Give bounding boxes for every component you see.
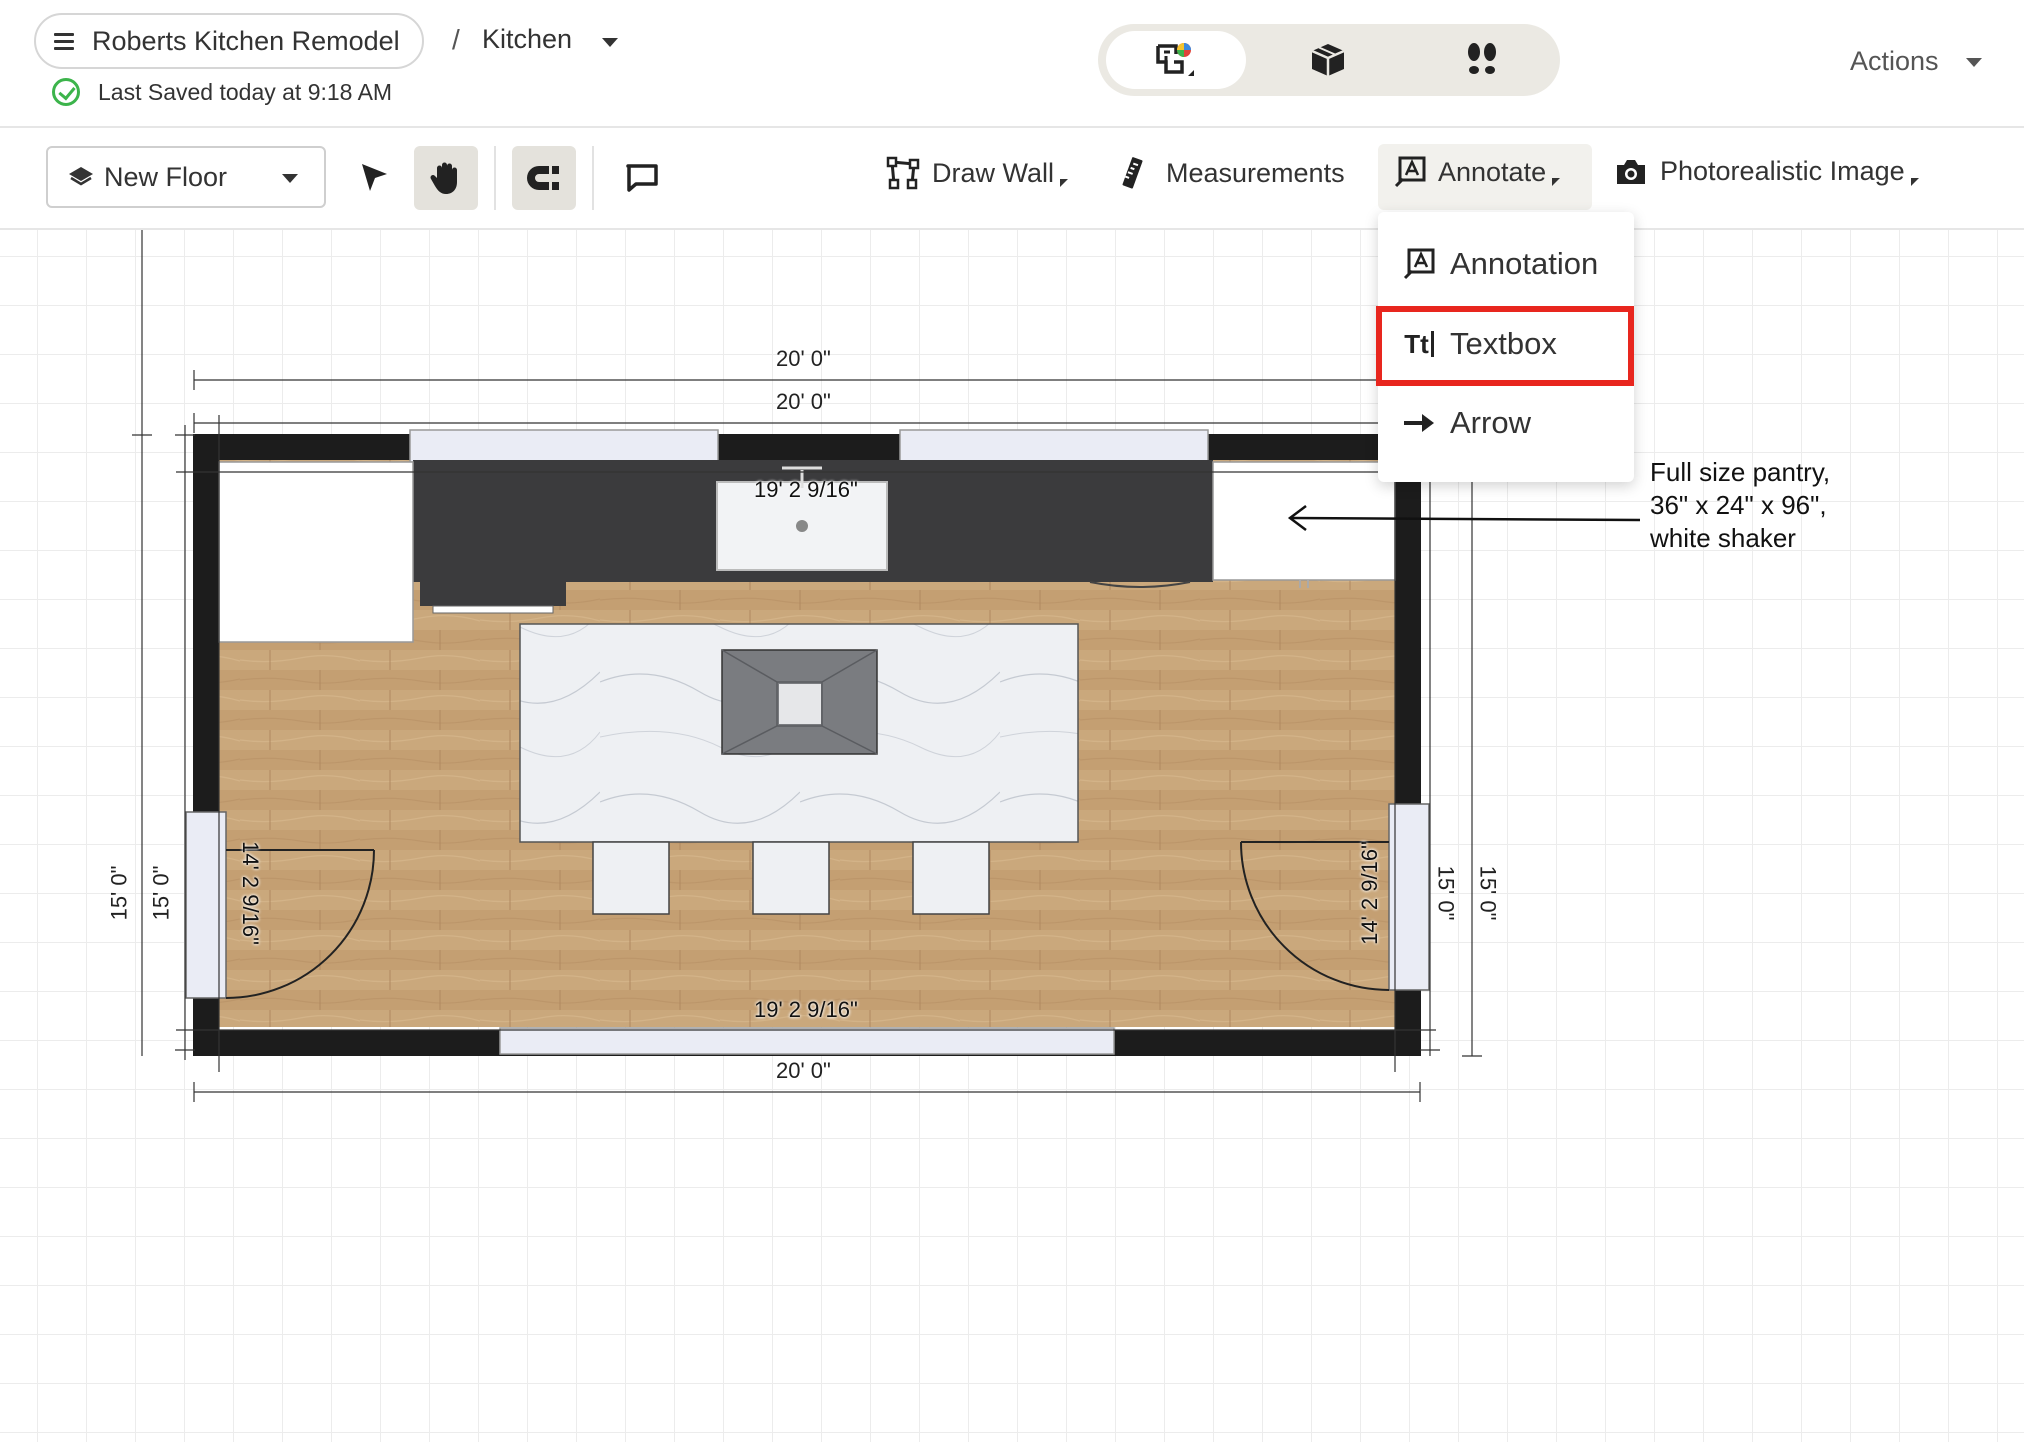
note-line: Full size pantry, <box>1650 457 1831 487</box>
submenu-caret-icon <box>1552 178 1561 186</box>
annotation-icon <box>1402 248 1436 280</box>
project-name: Roberts Kitchen Remodel <box>92 25 400 56</box>
view-mode-toggle <box>1098 24 1560 96</box>
menu-item-label: Arrow <box>1450 405 1531 440</box>
photorealistic-image-tool[interactable]: Photorealistic Image <box>1614 156 1919 187</box>
menu-item-label: Annotation <box>1450 246 1599 281</box>
window-bottom[interactable] <box>499 1027 1115 1055</box>
comment-tool-button[interactable] <box>610 146 674 210</box>
toolbar-divider <box>592 146 594 210</box>
chevron-down-icon[interactable] <box>1966 58 1982 67</box>
wall-top[interactable] <box>193 434 1421 460</box>
draw-wall-label: Draw Wall <box>932 157 1055 188</box>
snap-toggle-button[interactable] <box>512 146 576 210</box>
pantry-cabinet[interactable] <box>1212 461 1396 581</box>
annotate-tool[interactable]: Annotate <box>1394 156 1561 188</box>
draw-wall-tool[interactable]: Draw Wall <box>886 156 1069 190</box>
ruler-icon <box>1122 157 1143 189</box>
left-cabinet[interactable] <box>218 461 414 643</box>
dim-top-inner: 20' 0" <box>776 389 831 414</box>
dim-bottom-outer: 20' 0" <box>776 1058 831 1083</box>
textbox-highlight-box <box>1376 306 1634 386</box>
top-bar: Roberts Kitchen Remodel / Kitchen Last S… <box>0 0 2024 128</box>
measurements-tool[interactable]: Measurements <box>1118 156 1345 190</box>
view-walkthrough-button[interactable] <box>1412 31 1552 89</box>
save-status: Last Saved today at 9:18 AM <box>52 78 392 106</box>
annotate-label: Annotate <box>1438 156 1547 187</box>
menu-item-annotation[interactable]: Annotation <box>1378 229 1634 299</box>
dim-left-outer: 15' 0" <box>106 865 132 921</box>
3d-box-icon <box>1311 44 1345 76</box>
submenu-caret-icon <box>1910 177 1919 186</box>
dim-right-interior: 14' 2 9/16" <box>1356 841 1382 945</box>
dishwasher-edge <box>432 605 554 614</box>
footsteps-icon <box>1468 43 1496 74</box>
photorealistic-label: Photorealistic Image <box>1660 156 1905 186</box>
bar-stool-2[interactable] <box>752 841 830 915</box>
arrow-right-icon <box>1402 412 1436 434</box>
magnet-icon <box>527 166 559 190</box>
dim-right-outer: 15' 0" <box>1475 865 1501 921</box>
dim-right-inner: 15' 0" <box>1433 865 1459 921</box>
toolbar: New Floor Draw Wall Measurements Annotat… <box>0 128 2024 230</box>
island-cooktop[interactable] <box>721 649 878 755</box>
pan-tool-button[interactable] <box>414 146 478 210</box>
breadcrumb-separator: / <box>452 24 460 55</box>
window-top-right[interactable] <box>899 429 1209 463</box>
save-status-text: Last Saved today at 9:18 AM <box>98 78 393 105</box>
floorplan-canvas[interactable]: 20' 0" 20' 0" 19' 2 9/16" 19' 2 9/16" 20… <box>0 230 2024 1442</box>
dim-top-outer: 20' 0" <box>776 346 831 371</box>
actions-menu[interactable]: Actions <box>1850 46 1939 77</box>
select-tool-button[interactable] <box>342 146 406 210</box>
sink-drain <box>796 520 808 532</box>
note-line: 36" x 24" x 96", <box>1650 490 1827 520</box>
pantry-note-textbox[interactable]: Full size pantry, 36" x 24" x 96", white… <box>1650 456 1830 555</box>
chevron-down-icon <box>282 174 298 183</box>
toolbar-divider <box>494 146 496 210</box>
2d-floorplan-icon <box>1156 43 1194 76</box>
bar-stool-3[interactable] <box>912 841 990 915</box>
view-3d-button[interactable] <box>1258 31 1398 89</box>
menu-item-arrow[interactable]: Arrow <box>1378 388 1634 458</box>
chevron-down-icon[interactable] <box>602 38 618 47</box>
camera-icon <box>1617 159 1645 184</box>
project-menu-button[interactable]: Roberts Kitchen Remodel <box>34 13 424 69</box>
counter-return <box>420 582 566 606</box>
floor-select-label: New Floor <box>104 161 228 192</box>
hand-icon <box>430 162 457 194</box>
dim-top-interior: 19' 2 9/16" <box>754 477 858 502</box>
bar-stool-1[interactable] <box>592 841 670 915</box>
comment-icon <box>626 164 658 192</box>
submenu-caret-icon <box>1060 179 1069 187</box>
dim-left-interior: 14' 2 9/16" <box>237 841 263 945</box>
floorplan-drawing <box>132 230 1641 1102</box>
dim-left-inner: 15' 0" <box>148 865 174 921</box>
layers-icon <box>69 167 93 186</box>
hamburger-menu-icon <box>54 29 74 54</box>
pointer-icon <box>362 164 387 191</box>
room-selector[interactable]: Kitchen <box>482 24 572 55</box>
measurements-label: Measurements <box>1166 157 1345 188</box>
window-top-left[interactable] <box>409 429 719 463</box>
draw-wall-icon <box>886 156 920 190</box>
floor-select[interactable]: New Floor <box>46 146 326 208</box>
saved-check-icon <box>52 78 80 106</box>
dim-bottom-interior: 19' 2 9/16" <box>754 997 858 1022</box>
annotation-icon <box>1394 156 1426 188</box>
view-2d-button[interactable] <box>1106 31 1246 89</box>
note-line: white shaker <box>1650 523 1796 553</box>
